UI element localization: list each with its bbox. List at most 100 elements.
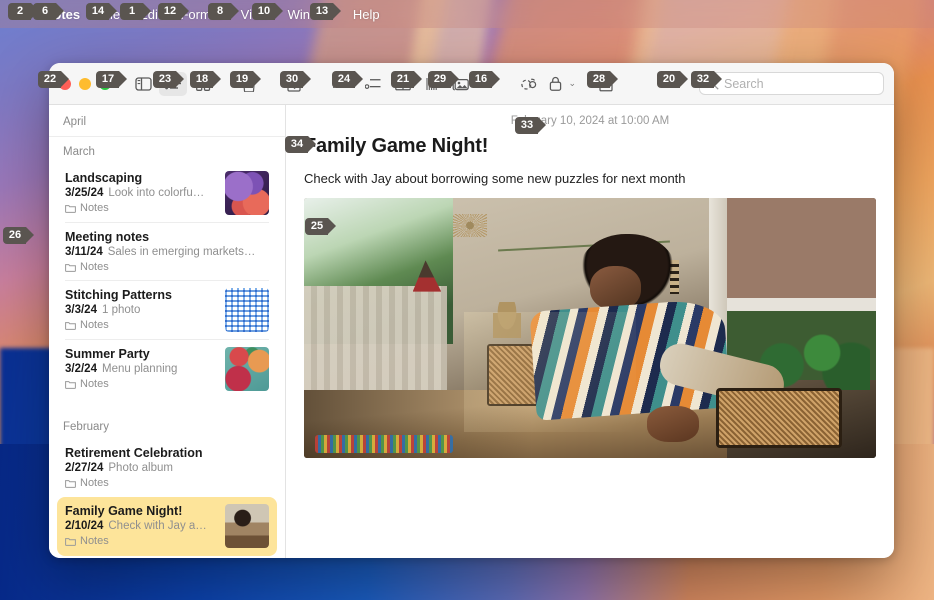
note-folder-label: Notes xyxy=(80,319,109,331)
photo-wall-decoration xyxy=(452,213,488,237)
annotation-badge-32: 32 xyxy=(691,71,722,88)
collaborate-icon[interactable] xyxy=(516,72,544,96)
note-detail-date: February 10, 2024 at 10:00 AM xyxy=(510,115,670,127)
annotation-badge-26: 26 xyxy=(3,227,34,244)
note-row-text: Summer Party 3/2/24 Menu planning Notes xyxy=(65,347,217,391)
annotation-badge-21: 21 xyxy=(391,71,422,88)
folder-icon xyxy=(65,537,76,546)
annotation-badge-33: 33 xyxy=(515,117,546,134)
annotation-badge-20: 20 xyxy=(657,71,688,88)
note-date: 2/27/24 xyxy=(65,462,104,474)
search-input[interactable]: Search xyxy=(699,72,884,95)
note-subtitle: 2/10/24 Check with Jay a… xyxy=(65,520,217,532)
note-row-text: Retirement Celebration 2/27/24 Photo albu… xyxy=(65,446,269,489)
note-date: 3/25/24 xyxy=(65,187,104,199)
notes-window: Aa ⌄ ⌄ Search xyxy=(49,63,894,558)
annotation-badge-13: 13 xyxy=(310,3,341,20)
annotation-badge-2: 2 xyxy=(8,3,39,20)
annotation-badge-18: 18 xyxy=(190,71,221,88)
folder-icon xyxy=(65,479,76,488)
photo-sunlight xyxy=(464,312,636,432)
annotation-badge-25: 25 xyxy=(305,218,336,235)
note-detail-body[interactable]: Check with Jay about borrowing some new … xyxy=(286,158,894,198)
checklist-icon[interactable] xyxy=(359,72,387,96)
annotation-badge-14: 14 xyxy=(86,3,117,20)
list-item[interactable]: Landscaping 3/25/24 Look into colorfu… No… xyxy=(57,164,277,223)
annotation-badge-17: 17 xyxy=(96,71,127,88)
note-preview: Look into colorfu… xyxy=(108,187,205,199)
note-thumbnail xyxy=(225,288,269,332)
note-preview: 1 photo xyxy=(101,304,141,316)
note-preview: Sales in emerging markets… xyxy=(107,246,256,258)
annotation-badge-30: 30 xyxy=(280,71,311,88)
note-preview: Menu planning xyxy=(101,363,178,375)
list-item[interactable]: Summer Party 3/2/24 Menu planning Notes xyxy=(57,339,277,399)
note-folder: Notes xyxy=(65,378,217,390)
month-header-february: February xyxy=(63,421,110,433)
annotation-badge-28: 28 xyxy=(587,71,618,88)
note-subtitle: 2/27/24 Photo album xyxy=(65,462,269,474)
note-preview: Check with Jay a… xyxy=(108,520,207,532)
note-subtitle: 3/25/24 Look into colorfu… xyxy=(65,187,217,199)
annotation-badge-22: 22 xyxy=(38,71,69,88)
note-folder: Notes xyxy=(65,477,269,489)
note-row-text: Landscaping 3/25/24 Look into colorfu… No… xyxy=(65,171,217,215)
note-detail-photo[interactable] xyxy=(304,198,876,458)
photo-chair xyxy=(715,387,842,448)
note-folder: Notes xyxy=(65,535,217,547)
photo-boy-face xyxy=(590,265,642,310)
note-subtitle: 3/3/24 1 photo xyxy=(65,304,217,316)
folder-icon xyxy=(65,263,76,272)
lock-icon[interactable] xyxy=(546,72,566,96)
annotation-badge-16: 16 xyxy=(469,71,500,88)
search-placeholder: Search xyxy=(724,76,764,91)
note-folder-label: Notes xyxy=(80,261,109,273)
month-header-march: March xyxy=(63,146,95,158)
annotation-badge-8: 8 xyxy=(208,3,239,20)
note-subtitle: 3/2/24 Menu planning xyxy=(65,363,217,375)
note-detail-panel[interactable]: February 10, 2024 at 10:00 AM Family Gam… xyxy=(286,105,894,558)
note-folder-label: Notes xyxy=(80,535,109,547)
annotation-badge-12: 12 xyxy=(158,3,189,20)
folder-icon xyxy=(65,204,76,213)
folder-icon xyxy=(65,321,76,330)
note-folder-label: Notes xyxy=(80,378,109,390)
note-date: 3/3/24 xyxy=(65,304,97,316)
note-thumbnail xyxy=(225,504,269,548)
note-folder: Notes xyxy=(65,261,269,273)
annotation-badge-6: 6 xyxy=(33,3,64,20)
annotation-badge-34: 34 xyxy=(285,136,316,153)
note-folder: Notes xyxy=(65,319,217,331)
folder-icon xyxy=(65,380,76,389)
note-folder-label: Notes xyxy=(80,202,109,214)
annotation-badge-29: 29 xyxy=(428,71,459,88)
note-row-text: Stitching Patterns 3/3/24 1 photo Notes xyxy=(65,288,217,332)
annotation-badge-19: 19 xyxy=(230,71,261,88)
note-preview: Photo album xyxy=(108,462,173,474)
lock-chevron-down-icon[interactable]: ⌄ xyxy=(569,78,577,89)
note-list-panel[interactable]: April March Landscaping 3/25/24 Look into… xyxy=(49,105,286,558)
note-detail-title[interactable]: Family Game Night! xyxy=(286,135,894,158)
note-title: Retirement Celebration xyxy=(65,446,203,460)
note-title: Summer Party xyxy=(65,347,150,361)
note-date: 3/2/24 xyxy=(65,363,97,375)
photo-puzzle-pieces xyxy=(315,434,453,453)
note-date: 2/10/24 xyxy=(65,520,104,532)
minimize-button[interactable] xyxy=(79,77,91,90)
menu-item-help[interactable]: Help xyxy=(353,7,380,22)
list-item-selected[interactable]: Family Game Night! 2/10/24 Check with Jay… xyxy=(57,497,277,556)
list-item[interactable]: Retirement Celebration 2/27/24 Photo albu… xyxy=(57,439,277,497)
note-folder: Notes xyxy=(65,202,217,214)
list-item[interactable]: Meeting notes 3/11/24 Sales in emerging m… xyxy=(57,222,277,281)
photo-hand xyxy=(647,406,699,443)
window-body: April March Landscaping 3/25/24 Look into… xyxy=(49,105,894,558)
note-thumbnail xyxy=(225,171,269,215)
note-title: Meeting notes xyxy=(65,230,150,244)
note-title: Landscaping xyxy=(65,171,143,185)
note-folder-label: Notes xyxy=(80,477,109,489)
annotation-badge-24: 24 xyxy=(332,71,363,88)
note-title: Stitching Patterns xyxy=(65,288,172,302)
list-item[interactable]: Stitching Patterns 3/3/24 1 photo Notes xyxy=(57,280,277,340)
annotation-badge-10: 10 xyxy=(252,3,283,20)
annotation-badge-23: 23 xyxy=(153,71,184,88)
